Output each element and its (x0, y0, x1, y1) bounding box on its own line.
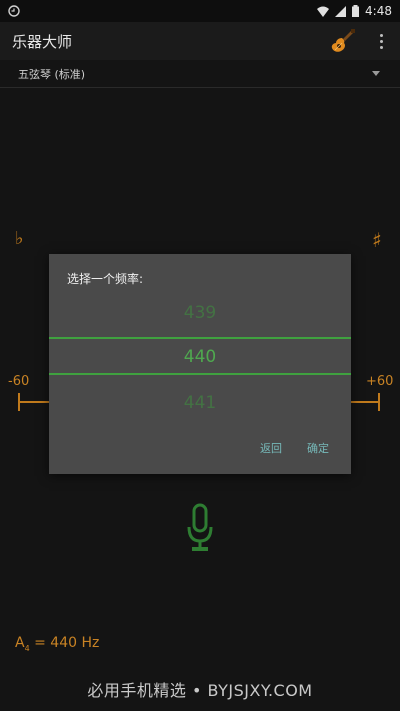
status-left (8, 5, 20, 17)
watermark: 必用手机精选 • BYJSJXY.COM (87, 681, 313, 700)
status-right: 4:48 (317, 4, 392, 18)
meter-max-label: +60 (366, 374, 394, 389)
ok-button[interactable]: 确定 (307, 440, 329, 456)
picker-divider-bottom (49, 373, 351, 375)
meter-scale-left (18, 401, 50, 403)
meter-min-label: -60 (8, 374, 30, 389)
reference-value: = 440 Hz (29, 635, 100, 651)
meter-tick-right (378, 393, 380, 411)
dialog-title: 选择一个频率: (67, 272, 144, 286)
picker-divider-top (49, 337, 351, 339)
sharp-symbol: ♯ (372, 228, 382, 252)
battery-icon (352, 5, 360, 17)
picker-prev-value[interactable]: 439 (49, 303, 351, 323)
guitar-icon[interactable] (330, 28, 356, 54)
picker-next-value[interactable]: 441 (49, 393, 351, 413)
status-time: 4:48 (365, 4, 392, 18)
signal-icon (335, 5, 347, 17)
overflow-menu-icon[interactable] (374, 33, 388, 49)
cancel-button[interactable]: 返回 (260, 440, 282, 456)
microphone-icon[interactable] (186, 503, 214, 553)
reference-note: A (15, 635, 25, 651)
picker-current-value[interactable]: 440 (49, 347, 351, 367)
meter-scale-right (350, 401, 380, 403)
meter-tick-left (18, 393, 20, 411)
instrument-selected: 五弦琴 (标准) (18, 67, 86, 81)
instrument-dropdown[interactable]: 五弦琴 (标准) (0, 60, 400, 88)
wifi-icon (317, 6, 330, 17)
app-title: 乐器大师 (12, 32, 73, 51)
app-bar: 乐器大师 (0, 22, 400, 60)
frequency-dialog: 选择一个频率: 439 440 441 返回 确定 (49, 254, 351, 474)
flat-symbol: ♭ (15, 228, 24, 249)
status-bar: 4:48 (0, 0, 400, 22)
sync-icon (8, 5, 20, 17)
reference-frequency[interactable]: A4 = 440 Hz (15, 635, 99, 653)
chevron-down-icon (372, 71, 380, 76)
